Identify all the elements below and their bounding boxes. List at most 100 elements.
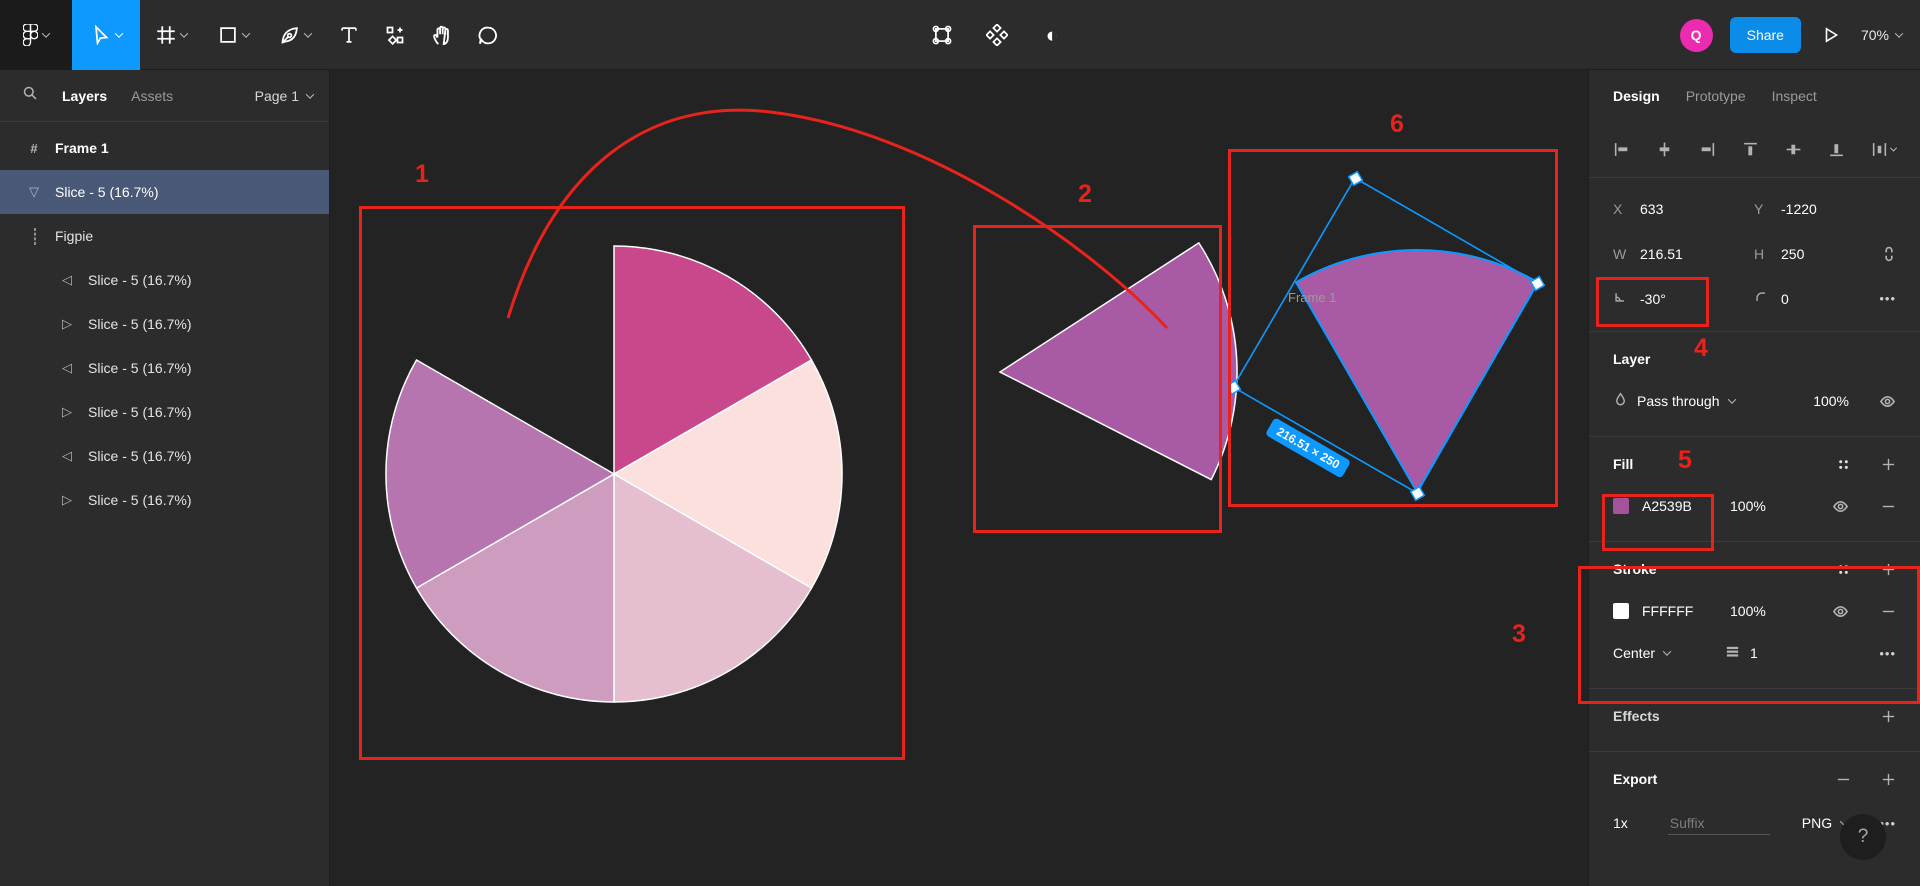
align-left-button[interactable] bbox=[1611, 139, 1632, 160]
rectangle-icon bbox=[218, 25, 238, 45]
layer-row-slice[interactable]: ▷ Slice - 5 (16.7%) bbox=[0, 478, 329, 522]
remove-stroke-button[interactable] bbox=[1879, 602, 1898, 621]
layer-row-slice-selected[interactable]: ▽ Slice - 5 (16.7%) bbox=[0, 170, 329, 214]
canvas-scene bbox=[330, 70, 1588, 886]
effects-section: Effects bbox=[1589, 689, 1920, 752]
add-export-button[interactable] bbox=[1879, 770, 1898, 789]
toolbar: ◐ Q Share 70% bbox=[0, 0, 1920, 70]
layer-row-slice[interactable]: ▷ Slice - 5 (16.7%) bbox=[0, 302, 329, 346]
tab-layers[interactable]: Layers bbox=[62, 88, 107, 104]
frame-name-label[interactable]: Frame 1 bbox=[1288, 290, 1336, 305]
height-field[interactable]: H 250 bbox=[1754, 246, 1895, 262]
comment-bubble-icon bbox=[477, 25, 498, 46]
align-horizontal-center-button[interactable] bbox=[1654, 139, 1675, 160]
align-top-button[interactable] bbox=[1740, 139, 1761, 160]
avatar[interactable]: Q bbox=[1680, 19, 1713, 52]
rotation-field[interactable]: -30° bbox=[1613, 290, 1754, 307]
layer-row-slice[interactable]: ◁ Slice - 5 (16.7%) bbox=[0, 434, 329, 478]
eye-icon[interactable] bbox=[1830, 601, 1851, 622]
stroke-opacity-field[interactable]: 100% bbox=[1730, 603, 1802, 619]
more-options-icon[interactable]: ••• bbox=[1877, 644, 1898, 663]
export-suffix-input[interactable] bbox=[1668, 812, 1770, 835]
remove-export-button[interactable] bbox=[1834, 770, 1853, 789]
distribute-button[interactable] bbox=[1869, 139, 1898, 160]
tab-design[interactable]: Design bbox=[1613, 88, 1660, 104]
chevron-down-icon bbox=[1890, 145, 1897, 152]
stroke-weight-field[interactable]: 1 bbox=[1750, 645, 1758, 661]
more-options-icon[interactable]: ••• bbox=[1877, 289, 1898, 308]
transform-properties: X 633 Y -1220 W 216.51 H 250 bbox=[1589, 178, 1920, 332]
tab-assets[interactable]: Assets bbox=[131, 88, 173, 104]
export-scale-dropdown[interactable]: 1x bbox=[1613, 815, 1628, 831]
blend-mode-dropdown[interactable]: Pass through bbox=[1613, 392, 1735, 410]
hand-icon bbox=[431, 25, 452, 46]
add-fill-button[interactable] bbox=[1879, 455, 1898, 474]
corner-radius-field[interactable]: 0 bbox=[1754, 290, 1895, 307]
layer-opacity-field[interactable]: 100% bbox=[1813, 393, 1849, 409]
contrast-icon: ◐ bbox=[1046, 25, 1059, 46]
help-button[interactable]: ? bbox=[1840, 814, 1886, 860]
eye-icon[interactable] bbox=[1877, 391, 1898, 412]
fill-hex-field[interactable]: A2539B bbox=[1642, 498, 1730, 514]
play-icon bbox=[1822, 26, 1840, 44]
add-effect-button[interactable] bbox=[1879, 707, 1898, 726]
align-bottom-button[interactable] bbox=[1826, 139, 1847, 160]
stroke-align-dropdown[interactable]: Center bbox=[1613, 645, 1670, 661]
fill-section-title: Fill bbox=[1613, 456, 1633, 472]
dashed-frame-icon bbox=[25, 229, 43, 244]
pen-icon bbox=[280, 25, 300, 45]
sidebar-tab-bar: Layers Assets Page 1 bbox=[0, 70, 329, 122]
add-stroke-button[interactable] bbox=[1879, 560, 1898, 579]
x-position-field[interactable]: X 633 bbox=[1613, 201, 1754, 217]
text-tool-button[interactable] bbox=[326, 0, 372, 70]
shape-tool-button[interactable] bbox=[202, 0, 264, 70]
component-tool-button[interactable] bbox=[372, 0, 418, 70]
layer-row-slice[interactable]: ▷ Slice - 5 (16.7%) bbox=[0, 390, 329, 434]
chevron-down-icon bbox=[303, 29, 311, 37]
chevron-down-icon bbox=[306, 90, 314, 98]
search-icon[interactable] bbox=[22, 85, 38, 106]
remove-fill-button[interactable] bbox=[1879, 497, 1898, 516]
variants-button[interactable] bbox=[977, 0, 1017, 70]
edit-object-button[interactable] bbox=[922, 0, 962, 70]
move-tool-button[interactable] bbox=[72, 0, 140, 70]
zoom-menu[interactable]: 70% bbox=[1861, 27, 1902, 43]
hand-tool-button[interactable] bbox=[418, 0, 464, 70]
mask-contrast-button[interactable]: ◐ bbox=[1032, 0, 1072, 70]
tab-inspect[interactable]: Inspect bbox=[1772, 88, 1817, 104]
canvas[interactable]: Frame 1 216.51 × 250 bbox=[330, 70, 1588, 886]
chevron-down-icon bbox=[1895, 29, 1903, 37]
pen-tool-button[interactable] bbox=[264, 0, 326, 70]
styles-icon[interactable] bbox=[1834, 455, 1853, 474]
page-selector[interactable]: Page 1 bbox=[255, 88, 313, 104]
fill-color-swatch[interactable] bbox=[1613, 498, 1629, 514]
main-menu-button[interactable] bbox=[0, 0, 72, 70]
layer-row-slice[interactable]: ◁ Slice - 5 (16.7%) bbox=[0, 258, 329, 302]
present-button[interactable] bbox=[1818, 0, 1844, 70]
constrain-proportions-button[interactable] bbox=[1880, 243, 1898, 265]
frame-tool-button[interactable] bbox=[140, 0, 202, 70]
align-vertical-center-button[interactable] bbox=[1783, 139, 1804, 160]
comment-tool-button[interactable] bbox=[464, 0, 510, 70]
width-field[interactable]: W 216.51 bbox=[1613, 246, 1754, 262]
selection-handle[interactable] bbox=[1411, 487, 1425, 501]
stroke-hex-field[interactable]: FFFFFF bbox=[1642, 603, 1730, 619]
figma-logo-icon bbox=[23, 24, 38, 46]
inspector-tab-bar: Design Prototype Inspect bbox=[1589, 70, 1920, 122]
chevron-down-icon bbox=[1727, 395, 1735, 403]
selection-handle[interactable] bbox=[1349, 172, 1363, 186]
share-button[interactable]: Share bbox=[1730, 17, 1801, 53]
detached-slice[interactable] bbox=[1000, 243, 1237, 480]
align-right-button[interactable] bbox=[1697, 139, 1718, 160]
styles-icon[interactable] bbox=[1834, 560, 1853, 579]
fill-opacity-field[interactable]: 100% bbox=[1730, 498, 1802, 514]
eye-icon[interactable] bbox=[1830, 496, 1851, 517]
y-position-field[interactable]: Y -1220 bbox=[1754, 201, 1895, 217]
layer-row-slice[interactable]: ◁ Slice - 5 (16.7%) bbox=[0, 346, 329, 390]
wedge-left-icon: ◁ bbox=[58, 448, 76, 464]
layer-row-figpie[interactable]: Figpie bbox=[0, 214, 329, 258]
layer-row-frame-1[interactable]: # Frame 1 bbox=[0, 126, 329, 170]
stroke-color-swatch[interactable] bbox=[1613, 603, 1629, 619]
toolbar-left-tools bbox=[0, 0, 510, 69]
tab-prototype[interactable]: Prototype bbox=[1686, 88, 1746, 104]
